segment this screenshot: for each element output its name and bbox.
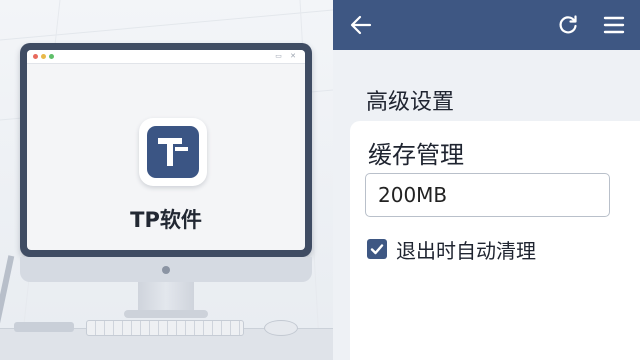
minimize-dot-icon <box>41 54 46 59</box>
arrow-left-icon <box>350 15 372 35</box>
keyboard <box>86 320 244 336</box>
refresh-icon <box>559 15 577 34</box>
monitor-screen: ▭ ✕ TP软件 <box>27 50 305 250</box>
settings-screen: 高级设置 缓存管理 退出时自动清理 <box>333 0 640 360</box>
tp-logo-icon <box>147 126 199 178</box>
camera-dot-icon <box>162 266 170 274</box>
hamburger-menu-icon <box>603 16 625 34</box>
refresh-button[interactable] <box>555 12 581 38</box>
section-title: 高级设置 <box>366 90 455 115</box>
cache-settings-card: 缓存管理 退出时自动清理 <box>350 121 640 360</box>
browser-bar: ▭ ✕ <box>27 50 305 64</box>
close-dot-icon <box>33 54 38 59</box>
menu-button[interactable] <box>601 12 627 38</box>
app-name: TP软件 <box>130 208 202 232</box>
app-tile <box>139 118 207 186</box>
monitor-stand-base <box>124 310 208 318</box>
monitor-stand <box>138 282 194 312</box>
auto-clean-label: 退出时自动清理 <box>396 238 536 263</box>
monitor: ▭ ✕ TP软件 <box>20 43 312 257</box>
cache-size-input[interactable] <box>365 173 610 217</box>
mouse <box>264 320 298 336</box>
top-bar <box>333 0 640 50</box>
auto-clean-checkbox[interactable] <box>367 239 387 259</box>
maximize-dot-icon <box>49 54 54 59</box>
cache-title: 缓存管理 <box>368 141 464 169</box>
checkmark-icon <box>370 244 384 255</box>
monitor-chin <box>20 257 312 282</box>
back-button[interactable] <box>348 12 374 38</box>
tablet <box>14 322 74 332</box>
auto-clean-option[interactable]: 退出时自动清理 <box>367 237 536 263</box>
illustration-scene: ▭ ✕ TP软件 <box>0 0 333 360</box>
window-controls: ▭ ✕ <box>275 52 299 60</box>
